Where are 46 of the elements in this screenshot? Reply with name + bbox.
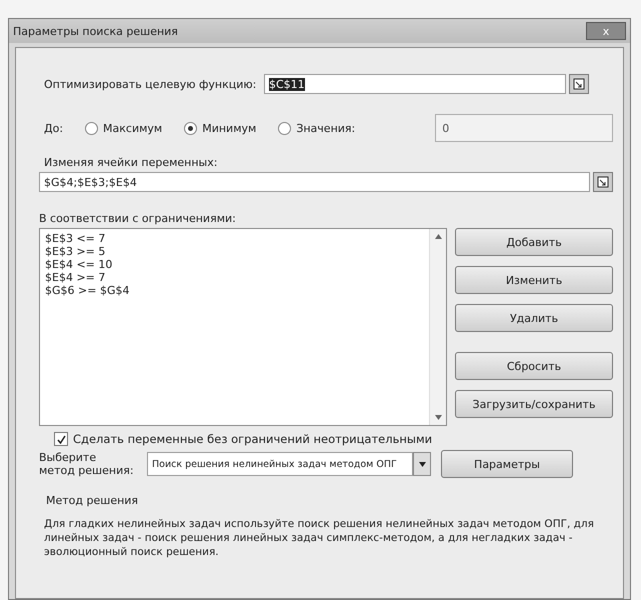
range-select-icon (597, 176, 609, 188)
value-text: 0 (442, 122, 450, 134)
range-button[interactable] (569, 74, 589, 94)
constraints-list[interactable]: $E$3 <= 7 $E$3 >= 5 $E$4 <= 10 $E$4 >= 7 $G$6 >= $G$4 (39, 228, 447, 426)
radio-label: Значения: (296, 122, 356, 134)
method-value: Поиск решения нелинейных задач методом ОПГ (152, 458, 397, 470)
constraint-item[interactable]: $E$3 >= 5 (45, 245, 424, 258)
action-button[interactable]: Удалить (455, 304, 613, 332)
action-button[interactable]: Сбросить (455, 352, 613, 380)
radio-button[interactable] (85, 122, 98, 134)
action-button[interactable]: Добавить (455, 228, 613, 256)
checkbox-label: Сделать переменные без ограничений неотрицательными (73, 432, 432, 446)
method-label: Выберите метод решения: (39, 451, 135, 477)
radio-label: Максимум (103, 122, 162, 134)
action-button[interactable]: Изменить (455, 266, 613, 294)
variables-value: $G$4;$E$3;$E$4 (44, 176, 137, 188)
window-title: Параметры поиска решения (13, 24, 178, 38)
objective-label: Оптимизировать целевую функцию: (44, 78, 258, 90)
section-title: Метод решения (46, 494, 140, 507)
to-label: До: (44, 122, 64, 134)
checkbox[interactable] (54, 432, 68, 446)
method-select[interactable]: Поиск решения нелинейных задач методом ОПГ (147, 452, 413, 476)
objective-value: $C$11 (269, 78, 305, 90)
range-button[interactable] (593, 172, 613, 192)
method-description: Для гладких нелинейных задач используйте поиск решения нелинейных задач методом ОПГ, для линейных задач - поиск решения линейных задач симплекс-методом, а для негладких задач - эволюционный поиск решения. (44, 517, 595, 559)
variables-label: Изменяя ячейки переменных: (44, 156, 218, 169)
radio-label: Минимум (202, 122, 256, 134)
check-icon (56, 434, 66, 444)
objective-field[interactable]: $C$11 (264, 74, 566, 94)
constraint-item[interactable]: $E$4 <= 10 (45, 258, 424, 271)
value-field[interactable]: 0 (435, 114, 613, 142)
scrollbar[interactable] (429, 229, 446, 425)
radio-button[interactable] (184, 122, 198, 134)
action-button[interactable]: Загрузить/сохранить (455, 390, 613, 418)
options-button[interactable]: Параметры (441, 450, 573, 478)
constraint-item[interactable]: $E$3 <= 7 (45, 232, 424, 245)
scroll-down-icon[interactable] (434, 415, 442, 420)
radio-button[interactable] (278, 122, 292, 134)
caret-icon (418, 462, 426, 466)
scroll-up-icon[interactable] (434, 234, 442, 239)
constraint-item[interactable]: $G$6 >= $G$4 (45, 284, 424, 297)
range-select-icon (573, 78, 585, 90)
constraints-label: В соответствии с ограничениями: (39, 212, 237, 225)
variables-field[interactable]: $G$4;$E$3;$E$4 (39, 172, 590, 192)
constraint-item[interactable]: $E$4 >= 7 (45, 271, 424, 284)
dropdown-button[interactable] (413, 452, 431, 476)
